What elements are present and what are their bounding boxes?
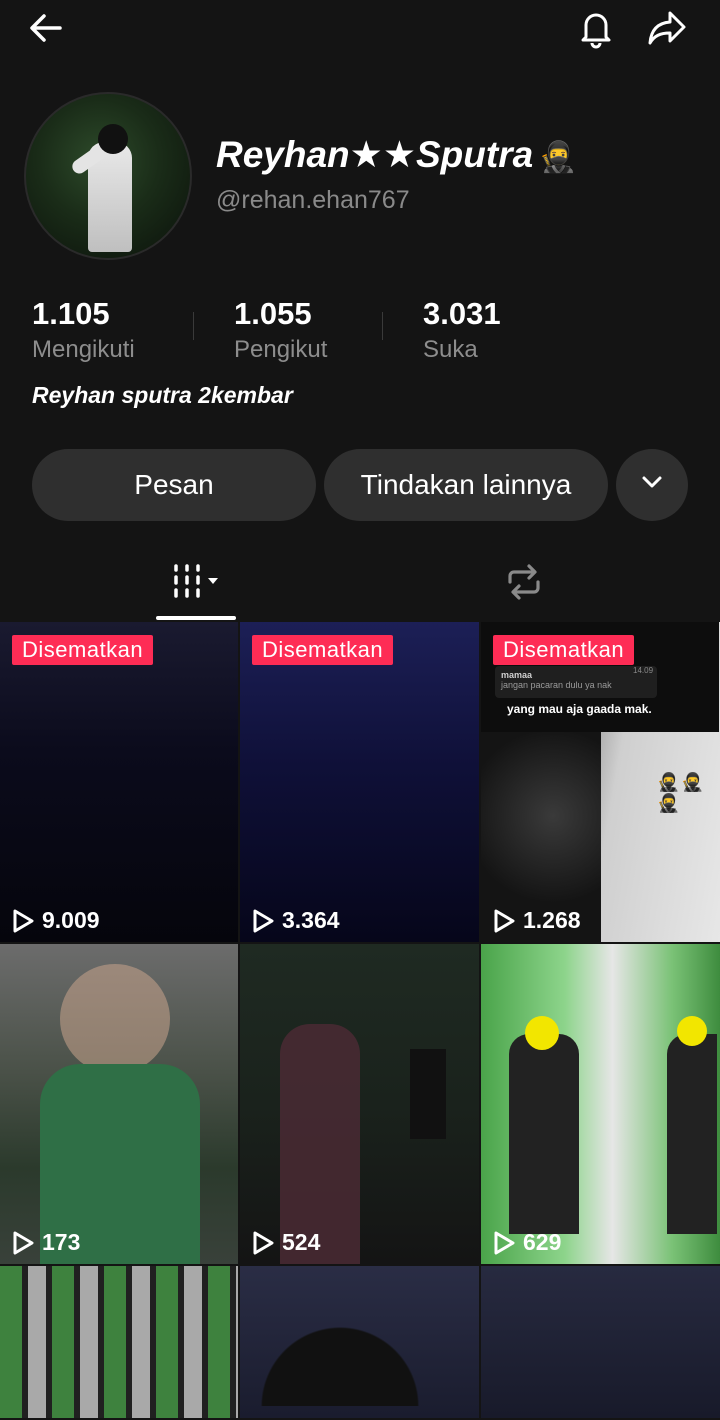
stat-following-value: 1.105 xyxy=(32,296,110,331)
bell-icon[interactable] xyxy=(572,4,620,52)
top-bar xyxy=(0,0,720,60)
view-count-text: 524 xyxy=(282,1229,321,1255)
play-icon xyxy=(494,909,515,932)
play-icon xyxy=(253,1231,274,1254)
display-name: Reyhan★★Sputra 🥷 xyxy=(216,133,577,176)
view-count: 629 xyxy=(493,1229,561,1256)
person-silhouette xyxy=(509,1034,579,1234)
username: @rehan.ehan767 xyxy=(216,186,410,214)
video-thumbnail[interactable]: Disematkan 3.364 xyxy=(240,622,479,942)
view-count: 524 xyxy=(252,1229,320,1256)
child-head xyxy=(60,964,170,1074)
video-thumbnail[interactable]: 173 xyxy=(0,944,238,1264)
video-thumbnail[interactable]: 524 xyxy=(240,944,479,1264)
grid-icon xyxy=(166,562,226,607)
view-count: 1.268 xyxy=(493,907,581,934)
video-caption: yang mau aja gaada mak. xyxy=(507,702,652,716)
chat-time: 14.09 xyxy=(633,666,654,675)
stat-likes: 3.031 Suka xyxy=(423,296,501,364)
view-count-text: 629 xyxy=(523,1229,562,1255)
view-count-text: 3.364 xyxy=(282,907,340,933)
tab-reposts[interactable] xyxy=(484,548,564,620)
play-icon xyxy=(494,1231,515,1254)
stat-divider xyxy=(382,312,383,340)
pinned-badge: Disematkan xyxy=(252,635,394,665)
message-button[interactable]: Pesan xyxy=(32,449,316,521)
collage-pattern xyxy=(0,1266,238,1418)
person-silhouette xyxy=(240,1266,440,1406)
repost-icon xyxy=(502,560,546,609)
bio: Reyhan sputra 2kembar xyxy=(32,382,293,408)
stat-likes-value: 3.031 xyxy=(423,296,501,331)
tab-active-indicator xyxy=(156,616,236,620)
avatar[interactable] xyxy=(24,92,192,260)
stat-following-label: Mengikuti xyxy=(32,336,135,363)
video-thumbnail[interactable] xyxy=(481,1266,720,1418)
dropdown-button[interactable] xyxy=(616,449,688,521)
view-count: 173 xyxy=(12,1229,80,1256)
chat-message: jangan pacaran dulu ya nak xyxy=(501,680,612,690)
ninja-emoji-row: 🥷🥷🥷 xyxy=(657,772,706,813)
ninja-emoji-icon: 🥷 xyxy=(539,141,577,174)
video-thumbnail[interactable] xyxy=(0,1266,238,1418)
hanging-clothes xyxy=(410,1049,446,1139)
more-actions-button[interactable]: Tindakan lainnya xyxy=(324,449,608,521)
view-count: 9.009 xyxy=(12,907,100,934)
face-sticker xyxy=(677,1016,707,1046)
stat-followers-label: Pengikut xyxy=(234,336,328,363)
video-thumbnail[interactable]: mamaa jangan pacaran dulu ya nak 14.09 y… xyxy=(481,622,720,942)
play-icon xyxy=(13,1231,34,1254)
share-arrow-icon[interactable] xyxy=(643,4,691,52)
view-count-text: 9.009 xyxy=(42,907,100,933)
video-thumbnail[interactable]: 629 xyxy=(481,944,720,1264)
tab-videos[interactable] xyxy=(156,548,236,620)
stat-following[interactable]: 1.105 Mengikuti xyxy=(32,296,135,364)
view-count-text: 1.268 xyxy=(523,907,581,933)
arrow-left-icon[interactable] xyxy=(22,4,70,52)
face-sticker xyxy=(525,1016,559,1050)
stat-followers[interactable]: 1.055 Pengikut xyxy=(234,296,327,364)
person-silhouette xyxy=(280,1024,360,1264)
stat-divider xyxy=(193,312,194,340)
play-icon xyxy=(13,909,34,932)
stat-likes-label: Suka xyxy=(423,336,478,363)
play-icon xyxy=(253,909,274,932)
pinned-badge: Disematkan xyxy=(12,635,154,665)
video-grid: Disematkan 9.009 Disematkan 3.364 mamaa … xyxy=(0,622,720,1418)
stat-followers-value: 1.055 xyxy=(234,296,312,331)
pinned-badge: Disematkan xyxy=(493,635,635,665)
avatar-head xyxy=(98,124,128,154)
view-count-text: 173 xyxy=(42,1229,81,1255)
view-count: 3.364 xyxy=(252,907,340,934)
chevron-down-icon xyxy=(638,468,666,503)
video-thumbnail[interactable] xyxy=(240,1266,479,1418)
person-silhouette xyxy=(667,1034,717,1234)
chat-sender: mamaa xyxy=(501,670,533,680)
display-name-text: Reyhan★★Sputra xyxy=(216,134,534,175)
video-thumbnail[interactable]: Disematkan 9.009 xyxy=(0,622,238,942)
